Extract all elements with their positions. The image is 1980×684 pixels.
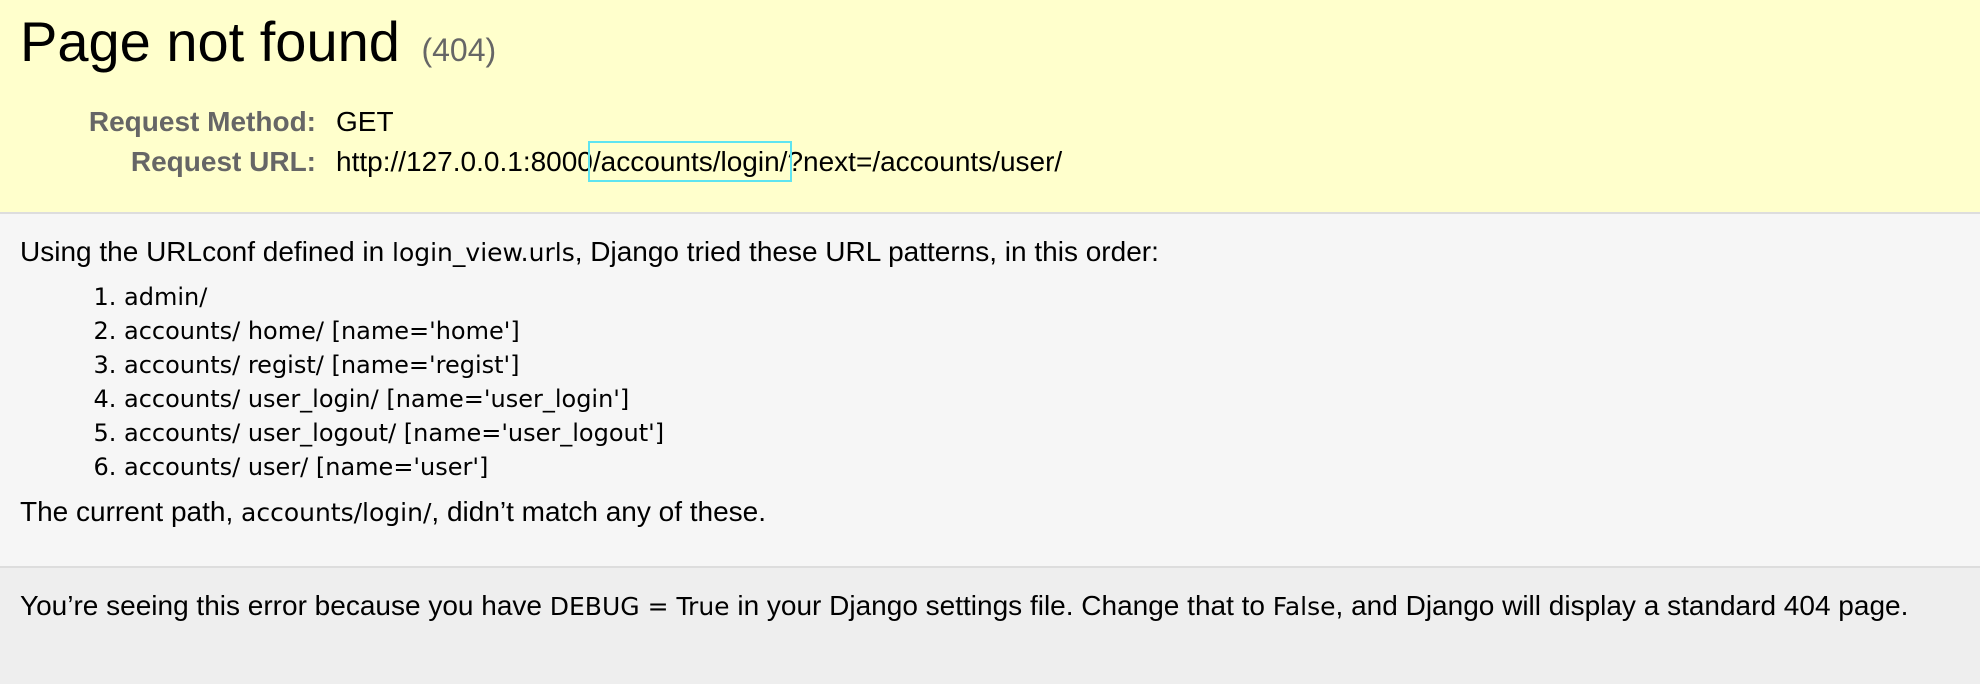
urlconf-intro: Using the URLconf defined in login_view.…	[20, 236, 1960, 268]
request-method-row: Request Method: GET	[20, 102, 1062, 142]
request-method-label: Request Method:	[88, 106, 316, 137]
explanation-part2: in your Django settings file. Change tha…	[729, 590, 1273, 621]
current-path-after: , didn’t match any of these.	[431, 496, 767, 527]
debug-setting-code: DEBUG = True	[549, 592, 730, 621]
debug-explanation: You’re seeing this error because you hav…	[0, 568, 1980, 682]
url-pattern-item: accounts/ user/ [name='user']	[124, 450, 1960, 484]
error-summary: Page not found (404) Request Method: GET…	[0, 0, 1980, 214]
current-path: accounts/login/	[241, 498, 432, 527]
request-url-highlighted-path: /accounts/login/	[587, 141, 793, 182]
request-url-label: Request URL:	[130, 146, 316, 177]
explanation-part3: , and Django will display a standard 404…	[1335, 590, 1909, 621]
page-title-text: Page not found	[20, 10, 400, 73]
request-meta-table: Request Method: GET Request URL: http://…	[20, 102, 1062, 182]
request-url-row: Request URL: http://127.0.0.1:8000/accou…	[20, 141, 1063, 182]
page-title: Page not found (404)	[20, 8, 1960, 84]
current-path-message: The current path, accounts/login/, didn’…	[20, 496, 1960, 528]
current-path-before: The current path,	[20, 496, 242, 527]
request-method-value: GET	[336, 106, 394, 137]
url-pattern-item: accounts/ regist/ [name='regist']	[124, 348, 1960, 382]
url-pattern-list: admin/ accounts/ home/ [name='home'] acc…	[20, 280, 1960, 484]
url-pattern-item: accounts/ home/ [name='home']	[124, 314, 1960, 348]
urlconf-intro-after: , Django tried these URL patterns, in th…	[574, 236, 1159, 267]
urlconf-intro-before: Using the URLconf defined in	[20, 236, 392, 267]
url-pattern-item: admin/	[124, 280, 1960, 314]
url-pattern-item: accounts/ user_login/ [name='user_login'…	[124, 382, 1960, 416]
explanation-part1: You’re seeing this error because you hav…	[20, 590, 550, 621]
request-url-suffix: ?next=/accounts/user/	[787, 146, 1063, 177]
urlconf-name: login_view.urls	[392, 238, 575, 267]
status-code: (404)	[421, 32, 497, 68]
url-pattern-item: accounts/ user_logout/ [name='user_logou…	[124, 416, 1960, 450]
url-patterns-info: Using the URLconf defined in login_view.…	[0, 214, 1980, 568]
debug-explanation-text: You’re seeing this error because you hav…	[20, 590, 1960, 622]
request-url-value: http://127.0.0.1:8000/accounts/login/?ne…	[336, 141, 1063, 182]
false-value-code: False	[1272, 592, 1336, 621]
request-url-prefix: http://127.0.0.1:8000	[336, 146, 593, 177]
